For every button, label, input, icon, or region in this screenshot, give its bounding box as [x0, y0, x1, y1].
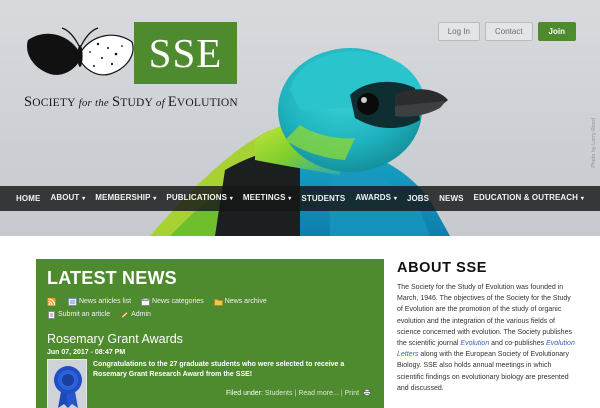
print-link[interactable]: Print	[345, 390, 359, 397]
article-title[interactable]: Rosemary Grant Awards	[47, 332, 373, 346]
sse-logo[interactable]: SSE SOCIETY for the STUDY of EVOLUTION	[24, 22, 238, 112]
login-button[interactable]: Log In	[437, 22, 480, 41]
nav-item-news[interactable]: NEWS	[434, 186, 468, 211]
admin-link[interactable]: Admin	[120, 310, 151, 320]
main-nav: HOME ABOUT ▾ MEMBERSHIP ▾ PUBLICATIONS ▾ MEE…	[0, 186, 600, 211]
about-title: ABOUT SSE	[397, 260, 487, 276]
printer-icon[interactable]	[363, 389, 371, 396]
about-text: The Society for the Study of Evolution w…	[397, 284, 575, 392]
logo-tagline: SOCIETY for the STUDY of EVOLUTION	[24, 94, 238, 110]
news-links: News articles list News categories News …	[47, 297, 347, 323]
read-more-link[interactable]: Read more...	[298, 390, 338, 397]
contact-button[interactable]: Contact	[484, 22, 533, 41]
nav-item-home[interactable]: HOME	[11, 186, 45, 211]
logo-abbreviation: SSE	[134, 22, 237, 84]
article-thumbnail[interactable]	[47, 359, 87, 408]
caret-down-icon: ▾	[80, 196, 86, 202]
award-ribbon-icon	[48, 360, 86, 408]
articles-list-icon	[67, 298, 77, 306]
rss-icon	[47, 298, 56, 306]
article-meta: Filed under: Students | Read more... | Print	[93, 389, 371, 399]
latest-news-panel: LATEST NEWS News articles list News cate…	[36, 259, 384, 408]
caret-down-icon: ▾	[228, 196, 233, 202]
article-summary: Congratulations to the 27 graduate stude…	[93, 361, 345, 378]
news-article: Congratulations to the 27 graduate stude…	[47, 359, 373, 408]
page: Photo by Larry Reed SSE SOCIETY for the …	[0, 0, 600, 408]
nav-item-education-outreach[interactable]: EDUCATION & OUTREACH ▾	[469, 185, 589, 212]
caret-down-icon: ▾	[286, 196, 292, 202]
header-actions: Log In Contact Join	[437, 22, 576, 41]
submit-document-icon	[48, 311, 55, 319]
moth-logo-icon	[26, 27, 134, 76]
nav-item-publications[interactable]: PUBLICATIONS ▾	[161, 185, 238, 212]
rss-link[interactable]	[47, 298, 58, 306]
categories-icon	[141, 298, 151, 306]
caret-down-icon: ▾	[392, 196, 397, 202]
nav-item-students[interactable]: STUDENTS	[296, 186, 350, 211]
nav-item-membership[interactable]: MEMBERSHIP ▾	[90, 185, 161, 212]
nav-item-about[interactable]: ABOUT ▾	[45, 185, 90, 212]
photo-credit: Photo by Larry Reed	[591, 118, 597, 168]
admin-pencil-icon	[120, 311, 129, 319]
category-link[interactable]: Students	[265, 390, 293, 397]
nav-item-jobs[interactable]: JOBS	[402, 186, 434, 211]
archive-folder-icon	[213, 299, 223, 306]
caret-down-icon: ▾	[151, 196, 157, 202]
submit-article-link[interactable]: Submit an article	[47, 310, 110, 320]
news-articles-list-link[interactable]: News articles list	[67, 297, 131, 307]
article-date: Jun 07, 2017 - 08:47 PM	[47, 349, 126, 356]
latest-news-title: LATEST NEWS	[47, 268, 177, 288]
caret-down-icon: ▾	[579, 196, 584, 202]
about-sse-section: ABOUT SSE The Society for the Study of E…	[397, 259, 577, 394]
evolution-journal-link[interactable]: Evolution	[460, 340, 489, 347]
hero-banner: Photo by Larry Reed SSE SOCIETY for the …	[0, 0, 600, 236]
news-categories-link[interactable]: News categories	[141, 297, 204, 307]
news-archive-link[interactable]: News archive	[213, 297, 267, 307]
nav-item-awards[interactable]: AWARDS ▾	[350, 185, 402, 212]
join-button[interactable]: Join	[537, 22, 576, 41]
nav-item-meetings[interactable]: MEETINGS ▾	[238, 185, 296, 212]
filed-under-label: Filed under:	[225, 390, 263, 397]
